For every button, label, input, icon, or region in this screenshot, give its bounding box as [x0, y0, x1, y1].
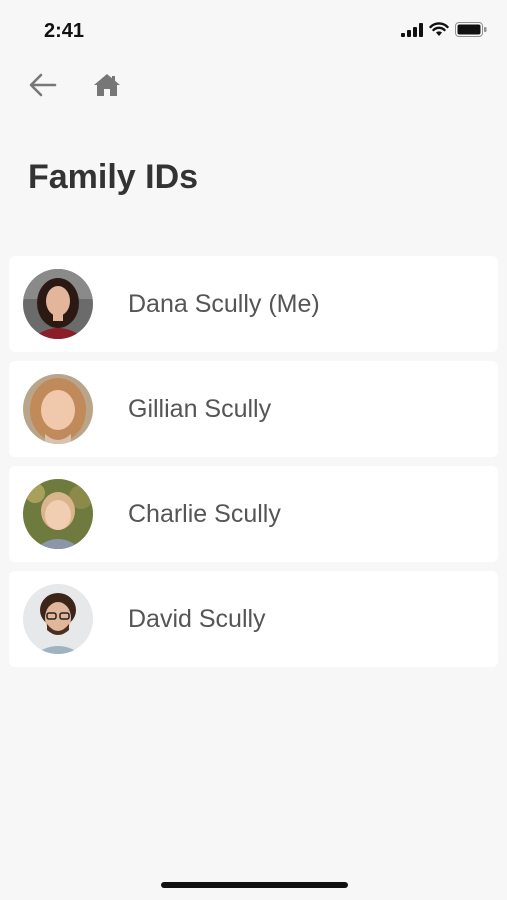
avatar [23, 269, 93, 339]
member-name: Dana Scully (Me) [128, 289, 320, 318]
member-name: Charlie Scully [128, 499, 281, 528]
member-name: Gillian Scully [128, 394, 272, 423]
avatar [23, 374, 93, 444]
status-time: 2:41 [44, 20, 85, 42]
avatar [23, 584, 93, 654]
nav-bar [26, 70, 124, 104]
list-item[interactable]: Gillian Scully [9, 361, 498, 457]
home-indicator[interactable] [161, 882, 348, 888]
status-icons [401, 22, 487, 42]
back-button[interactable] [26, 70, 60, 104]
list-item[interactable]: David Scully [9, 571, 498, 667]
list-item[interactable]: Charlie Scully [9, 466, 498, 562]
arrow-left-icon [28, 72, 58, 103]
avatar [23, 479, 93, 549]
list-item[interactable]: Dana Scully (Me) [9, 256, 498, 352]
battery-icon [455, 22, 487, 42]
signal-icon [401, 22, 423, 42]
home-button[interactable] [90, 70, 124, 104]
page-title: Family IDs [28, 158, 199, 196]
wifi-icon [429, 22, 449, 42]
family-list: Dana Scully (Me) Gillian Scully Charlie … [9, 256, 498, 676]
member-name: David Scully [128, 604, 266, 633]
status-bar: 2:41 [0, 0, 507, 64]
home-icon [93, 73, 121, 102]
